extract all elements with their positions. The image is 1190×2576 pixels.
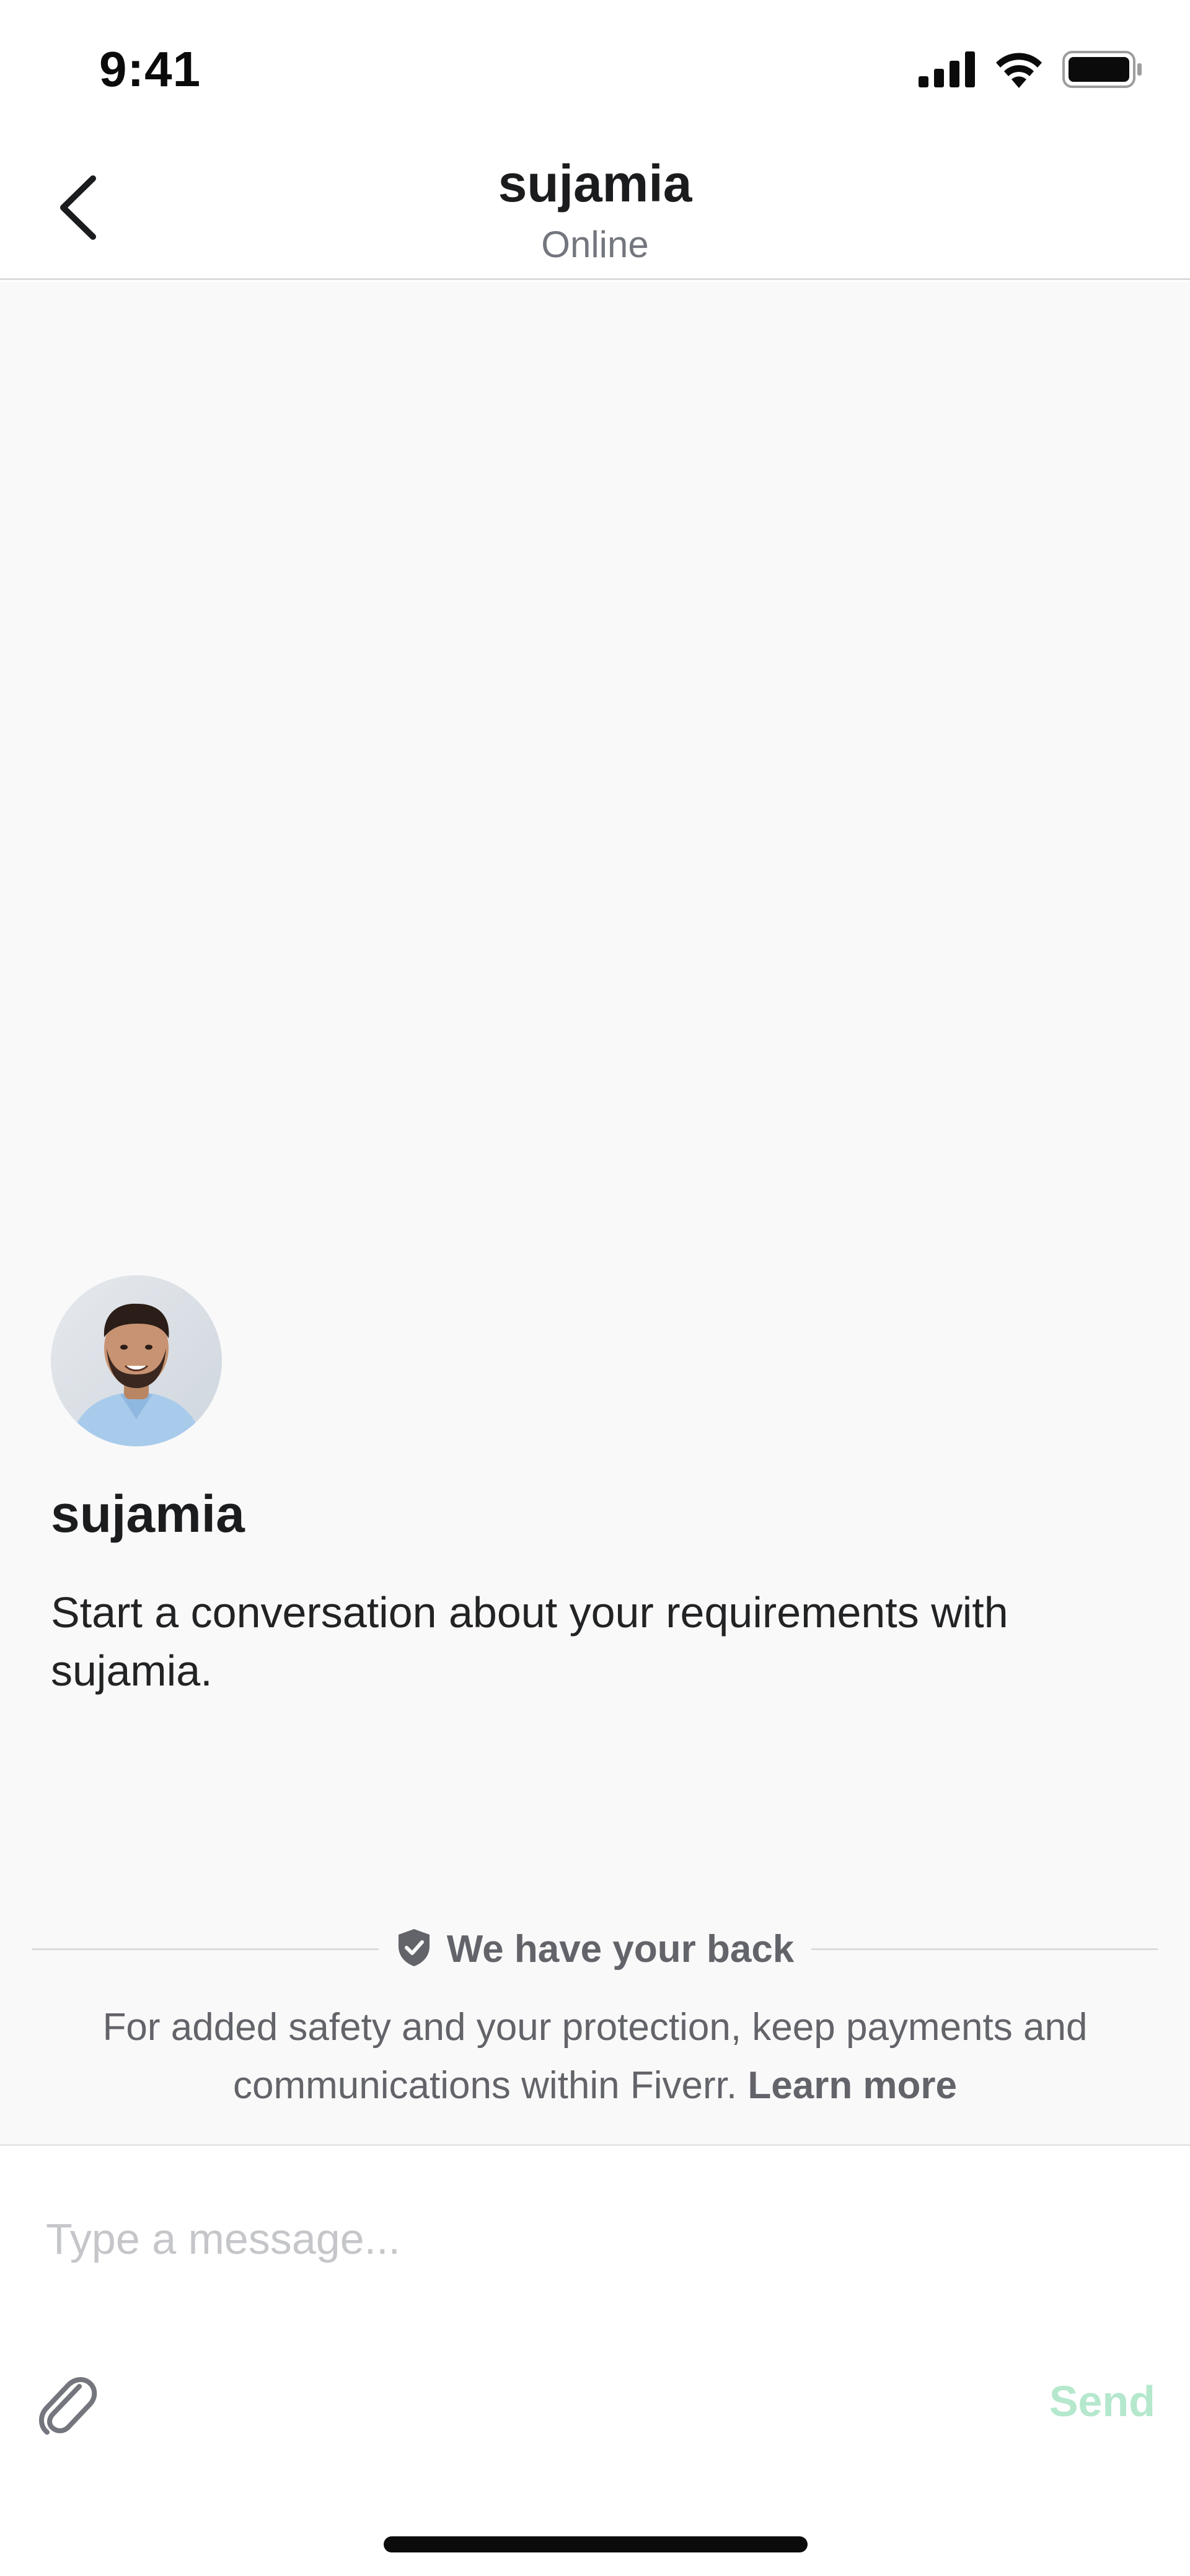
safety-heading: We have your back <box>379 1927 812 1971</box>
home-indicator <box>384 2536 808 2552</box>
send-button[interactable]: Send <box>1049 2376 1155 2426</box>
chat-screen: 9:41 sujamia Online sujamia Start a conv… <box>0 0 1190 2576</box>
online-status: Online <box>541 224 649 265</box>
wifi-icon <box>993 51 1045 91</box>
seller-name: sujamia <box>51 1485 245 1543</box>
paperclip-icon <box>36 2373 98 2440</box>
status-bar: 9:41 <box>0 0 1190 143</box>
status-time: 9:41 <box>99 42 201 97</box>
attach-button[interactable] <box>30 2369 104 2443</box>
safety-label: We have your back <box>446 1927 795 1971</box>
safety-divider: We have your back <box>32 1924 1158 1974</box>
seller-avatar[interactable] <box>51 1275 222 1446</box>
conversation-area: sujamia Start a conversation about your … <box>0 282 1190 2144</box>
conversation-intro-text: Start a conversation about your requirem… <box>51 1588 1008 1695</box>
battery-icon <box>1062 51 1143 91</box>
status-icons <box>919 51 1143 91</box>
message-composer: Send <box>0 2144 1190 2576</box>
divider-line-left <box>32 1948 379 1950</box>
cellular-signal-icon <box>919 51 976 90</box>
shield-check-icon <box>396 1928 432 1971</box>
contact-name-title: sujamia <box>498 154 692 213</box>
safety-notice: For added safety and your protection, ke… <box>50 1998 1140 2115</box>
divider-line-right <box>811 1948 1158 1950</box>
message-input[interactable] <box>46 2202 1149 2276</box>
learn-more-link[interactable]: Learn more <box>747 2064 957 2107</box>
chat-header: sujamia Online <box>0 143 1190 280</box>
